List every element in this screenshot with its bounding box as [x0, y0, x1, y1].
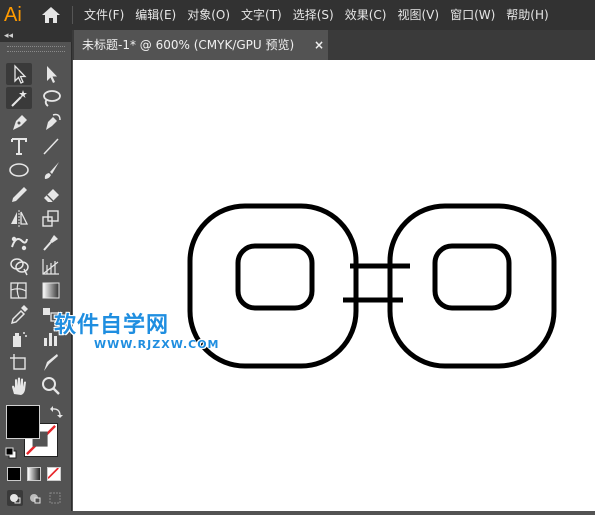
gradient-tool-icon[interactable] [38, 279, 64, 301]
document-tab[interactable]: 未标题-1* @ 600% (CMYK/GPU 预览) × [74, 30, 328, 60]
draw-normal-icon[interactable] [7, 490, 23, 506]
app-logo: Ai [4, 4, 22, 26]
draw-inside-icon[interactable] [47, 490, 63, 506]
zoom-tool-icon[interactable] [38, 375, 64, 397]
puppet-warp-tool-icon[interactable] [6, 231, 32, 253]
close-icon[interactable]: × [314, 30, 324, 60]
menu-effect[interactable]: 效果(C) [345, 0, 387, 30]
menu-object[interactable]: 对象(O) [187, 0, 230, 30]
menu-edit[interactable]: 编辑(E) [135, 0, 176, 30]
reflect-tool-icon[interactable] [6, 207, 32, 229]
slice-tool-icon[interactable] [38, 351, 64, 373]
swap-fill-stroke-icon[interactable] [49, 404, 63, 418]
shape-builder-tool-icon[interactable] [6, 255, 32, 277]
color-mode-button[interactable] [7, 467, 21, 481]
magic-wand-tool-icon[interactable] [6, 87, 32, 109]
selection-tool-icon[interactable] [6, 63, 32, 85]
lasso-tool-icon[interactable] [38, 87, 64, 109]
gradient-mode-button[interactable] [27, 467, 41, 481]
fill-swatch[interactable] [6, 405, 40, 439]
menu-select[interactable]: 选择(S) [293, 0, 334, 30]
mesh-tool-icon[interactable] [6, 279, 32, 301]
watermark-url: WWW.RJZXW.COM [94, 338, 220, 351]
free-transform-tool-icon[interactable] [38, 231, 64, 253]
watermark-title: 软件自学网 [54, 313, 170, 338]
scale-tool-icon[interactable] [38, 207, 64, 229]
home-icon[interactable] [40, 6, 62, 24]
document-tab-label: 未标题-1* @ 600% (CMYK/GPU 预览) [82, 38, 295, 52]
menu-view[interactable]: 视图(V) [397, 0, 439, 30]
pen-tool-icon[interactable] [6, 111, 32, 133]
hand-tool-icon[interactable] [6, 375, 32, 397]
line-segment-tool-icon[interactable] [38, 135, 64, 157]
document-tab-bar: 未标题-1* @ 600% (CMYK/GPU 预览) × [72, 30, 595, 60]
menu-help[interactable]: 帮助(H) [506, 0, 548, 30]
artwork-glasses [187, 203, 557, 369]
left-inner-lens [235, 243, 315, 311]
eyedropper-tool-icon[interactable] [6, 303, 32, 325]
right-outer-lens [387, 203, 557, 369]
menu-bar: Ai 文件(F) 编辑(E) 对象(O) 文字(T) 选择(S) 效果(C) 视… [0, 0, 595, 30]
main-menu: 文件(F) 编辑(E) 对象(O) 文字(T) 选择(S) 效果(C) 视图(V… [84, 0, 560, 30]
artboard-tool-icon[interactable] [6, 351, 32, 373]
menu-window[interactable]: 窗口(W) [450, 0, 495, 30]
collapse-panel-icon[interactable]: ◂◂ [4, 30, 13, 42]
type-tool-icon[interactable] [6, 135, 32, 157]
eraser-tool-icon[interactable] [38, 183, 64, 205]
default-colors-icon[interactable] [5, 444, 17, 459]
draw-behind-icon[interactable] [27, 490, 43, 506]
watermark: 软件自学网 WWW.RJZXW.COM [54, 313, 220, 351]
ellipse-tool-icon[interactable] [6, 159, 32, 181]
right-inner-lens [432, 243, 512, 311]
menu-file[interactable]: 文件(F) [84, 0, 124, 30]
symbol-sprayer-tool-icon[interactable] [6, 327, 32, 349]
artboard-canvas[interactable] [73, 60, 595, 511]
direct-selection-tool-icon[interactable] [38, 63, 64, 85]
pencil-tool-icon[interactable] [6, 183, 32, 205]
paintbrush-tool-icon[interactable] [38, 159, 64, 181]
none-mode-button[interactable] [47, 467, 61, 481]
menu-divider [72, 6, 73, 24]
menu-type[interactable]: 文字(T) [241, 0, 282, 30]
panel-grip[interactable] [7, 46, 65, 52]
curvature-tool-icon[interactable] [38, 111, 64, 133]
perspective-grid-tool-icon[interactable] [38, 255, 64, 277]
